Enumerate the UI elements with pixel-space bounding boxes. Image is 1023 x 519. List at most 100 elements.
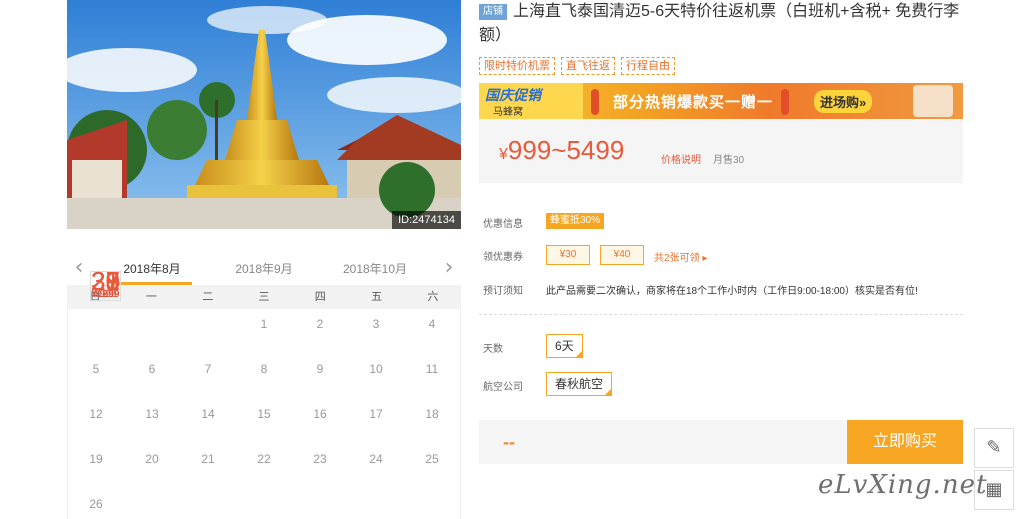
- edit-icon[interactable]: ✎: [974, 428, 1014, 468]
- coupon-30[interactable]: ¥30: [546, 245, 590, 265]
- day-number: 11: [425, 362, 439, 376]
- days-option[interactable]: 6天: [546, 334, 583, 358]
- weekday-label: 一: [145, 291, 157, 303]
- booking-notice: 此产品需要二次确认，商家将在18个工作小时内（工作日9:00-18:00）核实是…: [546, 286, 918, 297]
- airline-option[interactable]: 春秋航空: [546, 372, 613, 396]
- temple-photo: [67, 0, 461, 229]
- calendar-day: 16: [292, 399, 348, 444]
- day-number: 6: [148, 362, 156, 376]
- weekday-label: 四: [314, 291, 326, 303]
- weekday-header: 日一二三四五六: [67, 285, 461, 309]
- calendar-day: 12: [68, 399, 124, 444]
- day-number: 10: [369, 362, 383, 376]
- tab-month-aug[interactable]: 2018年8月: [112, 260, 192, 277]
- product-title: 上海直飞泰国清迈5-6天特价往返机票（白班机+含税+ 免费行李额）: [479, 3, 960, 44]
- day-number: 4: [428, 317, 436, 331]
- day-number: 24: [369, 452, 383, 466]
- promo-enter-button[interactable]: 进场购»: [814, 90, 873, 113]
- feature-tag: 限时特价机票: [479, 57, 555, 75]
- calendar-day: 13: [124, 399, 180, 444]
- coupon-more-link[interactable]: 共2张可领 ▸: [654, 249, 707, 264]
- calendar-day: 17: [348, 399, 404, 444]
- calendar-grid: 1 2 3 4 5 6 7 8 9 10 11 12 13 14 15 16 17 18 19 20 21 22 23 24 2…: [67, 268, 461, 519]
- notice-label: 预订须知: [483, 286, 523, 297]
- price-explanation-link[interactable]: 价格说明: [661, 151, 701, 166]
- shop-tag[interactable]: 店铺: [479, 4, 507, 20]
- calendar-day: 25: [404, 444, 460, 489]
- day-number: 8: [260, 362, 268, 376]
- promo-headline: 部分热销爆款买一赠一: [613, 94, 774, 111]
- calendar-day: 20: [124, 444, 180, 489]
- calendar-day: 15: [236, 399, 292, 444]
- promo-banner[interactable]: 国庆促销 马蜂窝 部分热销爆款买一赠一 进场购»: [479, 83, 963, 119]
- calendar-day: 21: [180, 444, 236, 489]
- calendar-day: 2: [292, 309, 348, 354]
- avatar: [913, 85, 953, 117]
- calendar-day: 1: [236, 309, 292, 354]
- day-number: 25: [425, 452, 439, 466]
- calendar-day: 11: [404, 354, 460, 399]
- active-month-indicator: [112, 282, 192, 285]
- tab-month-sep[interactable]: 2018年9月: [224, 260, 304, 277]
- day-number: 15: [257, 407, 271, 421]
- promo-brand: 国庆促销 马蜂窝: [479, 83, 583, 119]
- days-label: 天数: [483, 344, 503, 355]
- day-number: 3: [372, 317, 380, 331]
- feature-tags: 限时特价机票 直飞往返 行程自由: [479, 56, 963, 76]
- calendar-day: 10: [348, 354, 404, 399]
- calendar-day: 22: [236, 444, 292, 489]
- buy-now-button[interactable]: 立即购买: [847, 420, 963, 464]
- day-number: 26: [89, 497, 103, 511]
- day-number: 1: [260, 317, 268, 331]
- calendar-day: 24: [348, 444, 404, 489]
- chevron-left-icon[interactable]: ‹: [69, 256, 89, 280]
- discount-badge: 蜂蜜抵30%: [546, 213, 605, 229]
- calendar-day: 8: [236, 354, 292, 399]
- promo-brand-sub: 马蜂窝: [493, 107, 523, 118]
- day-number: 23: [313, 452, 327, 466]
- coupon-40[interactable]: ¥40: [600, 245, 644, 265]
- price-range-value: 999~5499: [507, 135, 625, 165]
- day-number: 13: [145, 407, 159, 421]
- day-number: 20: [145, 452, 159, 466]
- price-range: ¥999~5499: [499, 135, 624, 166]
- calendar-day: 9: [292, 354, 348, 399]
- chevron-right-icon[interactable]: ›: [439, 256, 459, 280]
- calendar-empty-cell: [124, 309, 180, 354]
- calendar-day: 4: [404, 309, 460, 354]
- day-number: 14: [201, 407, 215, 421]
- calendar-day: 7: [180, 354, 236, 399]
- day-number: 17: [369, 407, 383, 421]
- promo-brand-title: 国庆促销: [485, 87, 541, 103]
- coupon-label: 领优惠券: [483, 252, 523, 263]
- day-number: 12: [89, 407, 103, 421]
- calendar-day: 18: [404, 399, 460, 444]
- cactus-icon: [781, 89, 789, 115]
- weekday-label: 三: [258, 291, 270, 303]
- calendar-empty-cell: [68, 309, 124, 354]
- day-number: 21: [201, 452, 215, 466]
- cactus-icon: [591, 89, 599, 115]
- calendar-day: 19: [68, 444, 124, 489]
- calendar-day: 6: [124, 354, 180, 399]
- product-title-row: 店铺 上海直飞泰国清迈5-6天特价往返机票（白班机+含税+ 免费行李额）: [479, 0, 963, 48]
- day-number: 18: [425, 407, 439, 421]
- day-number: 7: [204, 362, 212, 376]
- buy-bar: -- 立即购买: [479, 420, 963, 464]
- calendar-empty-cell: [180, 309, 236, 354]
- watermark: eLvXing.net: [818, 470, 988, 500]
- airline-label: 航空公司: [483, 382, 523, 393]
- product-info: 店铺 上海直飞泰国清迈5-6天特价往返机票（白班机+含税+ 免费行李额） 限时特价…: [479, 0, 963, 464]
- divider: [479, 314, 963, 315]
- weekday-label: 五: [371, 291, 383, 303]
- tab-month-oct[interactable]: 2018年10月: [335, 260, 415, 277]
- price-box: ¥999~5499 价格说明 月售30: [479, 119, 963, 183]
- monthly-sales: 月售30: [713, 155, 745, 166]
- discount-label: 优惠信息: [483, 219, 523, 230]
- currency-symbol: ¥: [499, 146, 508, 163]
- photo-id-label: ID:2474134: [392, 211, 461, 229]
- calendar-day[interactable]: 31 ¥1399: [90, 268, 121, 301]
- calendar-day: 26: [68, 489, 124, 519]
- date-calendar: ‹ 2018年8月 2018年9月 2018年10月 › 日一二三四五六 123…: [67, 252, 461, 519]
- day-number: 5: [92, 362, 100, 376]
